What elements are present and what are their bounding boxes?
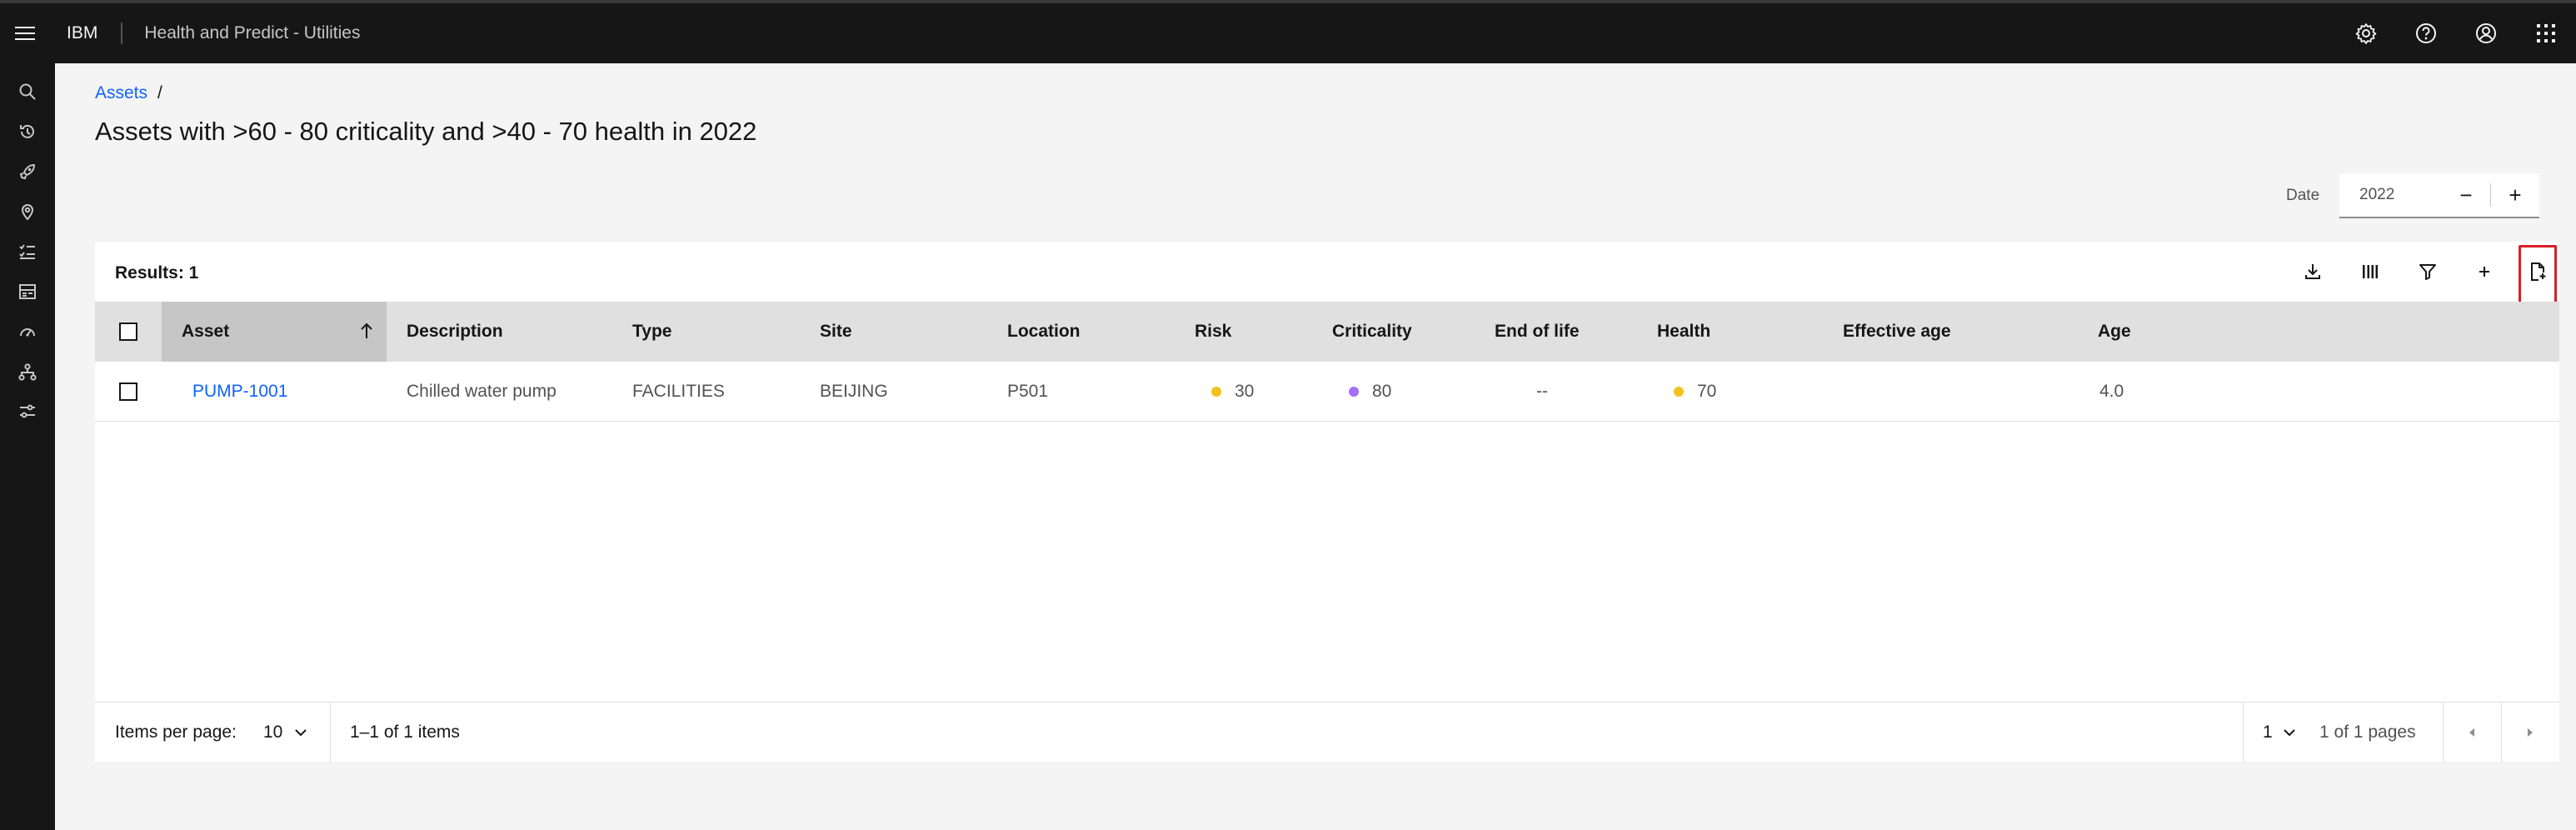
user-icon[interactable] bbox=[2456, 3, 2516, 63]
assets-table: Results: 1 Asset Description Type Site L… bbox=[95, 242, 2559, 762]
page-select-value: 1 bbox=[2263, 722, 2273, 742]
date-label: Date bbox=[2286, 187, 2320, 204]
sliders-icon[interactable] bbox=[0, 392, 55, 432]
breadcrumb-separator: / bbox=[157, 83, 162, 102]
column-header-description[interactable]: Description bbox=[407, 302, 503, 362]
search-icon[interactable] bbox=[0, 72, 55, 112]
health-value: 70 bbox=[1697, 382, 1717, 401]
pager-divider bbox=[330, 702, 331, 762]
export-document-icon[interactable] bbox=[2509, 242, 2566, 302]
health-status-dot bbox=[1674, 387, 1684, 397]
settings-icon[interactable] bbox=[2336, 3, 2396, 63]
help-icon[interactable] bbox=[2396, 3, 2456, 63]
chevron-down-icon bbox=[2283, 729, 2295, 737]
items-per-page-label: Items per page: bbox=[115, 722, 237, 742]
filter-icon[interactable] bbox=[2399, 242, 2456, 302]
date-increment-button[interactable]: + bbox=[2491, 173, 2539, 217]
row-select-checkbox[interactable] bbox=[119, 382, 137, 401]
column-header-health[interactable]: Health bbox=[1657, 302, 1710, 362]
caret-left-icon bbox=[2469, 728, 2474, 737]
risk-value: 30 bbox=[1235, 382, 1255, 401]
dashboard-icon[interactable] bbox=[0, 272, 55, 312]
risk-status-dot bbox=[1211, 387, 1221, 397]
caret-right-icon bbox=[2528, 728, 2533, 737]
cell-health: 70 bbox=[1674, 362, 1716, 422]
side-nav-rail bbox=[0, 63, 55, 830]
results-count: Results: 1 bbox=[115, 263, 199, 282]
columns-icon[interactable] bbox=[2342, 242, 2399, 302]
cell-type: FACILITIES bbox=[632, 382, 725, 401]
recent-icon[interactable] bbox=[0, 112, 55, 152]
add-icon[interactable] bbox=[2456, 242, 2513, 302]
brand-name[interactable]: IBM bbox=[67, 23, 97, 43]
column-header-age[interactable]: Age bbox=[2098, 302, 2131, 362]
column-header-label: Asset bbox=[182, 322, 230, 341]
column-header-site[interactable]: Site bbox=[820, 302, 852, 362]
product-name[interactable]: Health and Predict - Utilities bbox=[144, 23, 360, 43]
date-stepper: 2022 − + bbox=[2339, 173, 2539, 218]
app-switcher-icon[interactable] bbox=[2516, 3, 2576, 63]
cell-criticality: 80 bbox=[1349, 362, 1391, 422]
chevron-down-icon bbox=[295, 729, 307, 737]
date-decrement-button[interactable]: − bbox=[2442, 173, 2490, 217]
column-header-end-of-life[interactable]: End of life bbox=[1495, 302, 1580, 362]
column-header-criticality[interactable]: Criticality bbox=[1332, 302, 1412, 362]
item-range: 1–1 of 1 items bbox=[350, 722, 460, 742]
speedometer-icon[interactable] bbox=[0, 312, 55, 352]
items-per-page-select[interactable]: 10 bbox=[263, 702, 307, 762]
rocket-icon[interactable] bbox=[0, 152, 55, 192]
hierarchy-icon[interactable] bbox=[0, 352, 55, 392]
location-icon[interactable] bbox=[0, 192, 55, 232]
date-input[interactable]: 2022 bbox=[2339, 186, 2442, 204]
table-header-row: Asset Description Type Site Location Ris… bbox=[95, 302, 2559, 362]
cell-description: Chilled water pump bbox=[407, 382, 557, 401]
criticality-value: 80 bbox=[1372, 382, 1392, 401]
pager-divider bbox=[2243, 702, 2244, 762]
sort-ascending-icon[interactable] bbox=[358, 322, 375, 340]
column-header-asset[interactable]: Asset bbox=[162, 302, 387, 362]
checklist-icon[interactable] bbox=[0, 232, 55, 272]
table-toolbar: Results: 1 bbox=[95, 242, 2559, 312]
column-header-location[interactable]: Location bbox=[1007, 302, 1081, 362]
cell-risk: 30 bbox=[1211, 362, 1254, 422]
select-all-checkbox[interactable] bbox=[119, 322, 137, 341]
page-count: 1 of 1 pages bbox=[2319, 722, 2416, 742]
items-per-page-value: 10 bbox=[263, 722, 283, 742]
asset-link[interactable]: PUMP-1001 bbox=[192, 382, 287, 402]
table-row: PUMP-1001 Chilled water pump FACILITIES … bbox=[95, 362, 2559, 422]
cell-location: P501 bbox=[1007, 382, 1049, 401]
brand-divider bbox=[121, 22, 123, 44]
breadcrumb-assets-link[interactable]: Assets bbox=[95, 83, 147, 103]
page-select[interactable]: 1 bbox=[2263, 702, 2296, 762]
menu-icon[interactable] bbox=[0, 3, 50, 63]
column-header-effective-age[interactable]: Effective age bbox=[1843, 302, 1951, 362]
previous-page-button[interactable] bbox=[2443, 702, 2501, 762]
download-icon[interactable] bbox=[2284, 242, 2341, 302]
column-header-type[interactable]: Type bbox=[632, 302, 671, 362]
top-header: IBM Health and Predict - Utilities bbox=[0, 0, 2576, 63]
breadcrumb: Assets / bbox=[95, 83, 162, 103]
cell-end-of-life: -- bbox=[1536, 382, 1548, 401]
criticality-status-dot bbox=[1349, 387, 1359, 397]
pagination: Items per page: 10 1–1 of 1 items 1 1 of… bbox=[95, 702, 2559, 762]
column-header-risk[interactable]: Risk bbox=[1195, 302, 1231, 362]
cell-site: BEIJING bbox=[820, 382, 888, 401]
next-page-button[interactable] bbox=[2501, 702, 2559, 762]
page-title: Assets with >60 - 80 criticality and >40… bbox=[95, 117, 757, 146]
cell-age: 4.0 bbox=[2099, 382, 2124, 401]
